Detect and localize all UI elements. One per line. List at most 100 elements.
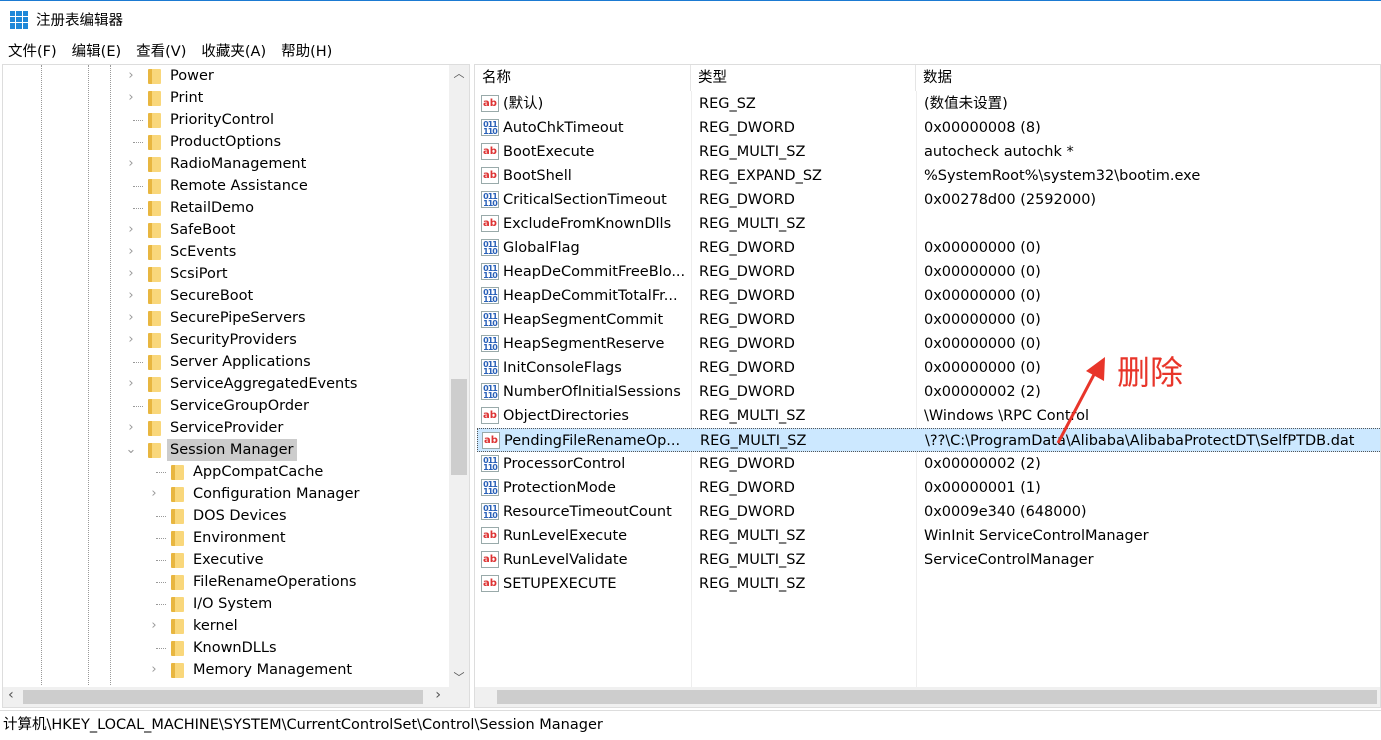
tree-item[interactable]: I/O System: [3, 593, 449, 615]
value-type: REG_DWORD: [699, 360, 795, 376]
value-row[interactable]: ab ObjectDirectories REG_MULTI_SZ \Windows …: [477, 404, 1380, 428]
tree-item-label: I/O System: [193, 596, 273, 612]
value-row[interactable]: ab BootShell REG_EXPAND_SZ %SystemRoot%\sys…: [477, 164, 1380, 188]
value-type: REG_DWORD: [699, 456, 795, 472]
tree-item[interactable]: ServiceGroupOrder: [3, 395, 449, 417]
chevron-right-icon[interactable]: ›: [148, 615, 160, 637]
tree-item[interactable]: › SecurePipeServers: [3, 307, 449, 329]
column-data[interactable]: 数据: [916, 65, 1380, 91]
menu-item[interactable]: 文件(F): [0, 40, 64, 61]
tree-item[interactable]: › ServiceProvider: [3, 417, 449, 439]
menu-item[interactable]: 编辑(E): [64, 40, 128, 61]
tree-item[interactable]: › ServiceAggregatedEvents: [3, 373, 449, 395]
tree-item[interactable]: › Memory Management: [3, 659, 449, 681]
tree-item[interactable]: Server Applications: [3, 351, 449, 373]
tree-item[interactable]: Environment: [3, 527, 449, 549]
value-row[interactable]: 011 110 InitConsoleFlags REG_DWORD 0x0000000…: [477, 356, 1380, 380]
tree-item[interactable]: KnownDLLs: [3, 637, 449, 659]
tree-item[interactable]: › RadioManagement: [3, 153, 449, 175]
tree-item-label: SafeBoot: [170, 222, 236, 238]
value-row[interactable]: 011 110 AutoChkTimeout REG_DWORD 0x00000008 …: [477, 116, 1380, 140]
folder-icon: [148, 69, 161, 84]
chevron-right-icon[interactable]: ›: [125, 373, 137, 395]
folder-icon: [148, 245, 161, 260]
column-type[interactable]: 类型: [691, 65, 916, 91]
chevron-right-icon[interactable]: ›: [148, 483, 160, 505]
tree-item[interactable]: DOS Devices: [3, 505, 449, 527]
tree-item[interactable]: Remote Assistance: [3, 175, 449, 197]
tree-horizontal-scrollbar[interactable]: ‹ ›: [3, 687, 469, 707]
value-row[interactable]: 011 110 HeapDeCommitTotalFr... REG_DWORD 0x0…: [477, 284, 1380, 308]
menu-item[interactable]: 查看(V): [128, 40, 193, 61]
tree-item[interactable]: › SecureBoot: [3, 285, 449, 307]
tree-item-label: kernel: [193, 618, 238, 634]
tree-item[interactable]: FileRenameOperations: [3, 571, 449, 593]
value-row[interactable]: 011 110 ProtectionMode REG_DWORD 0x00000001 …: [477, 476, 1380, 500]
value-row[interactable]: 011 110 ProcessorControl REG_DWORD 0x0000000…: [477, 452, 1380, 476]
tree-item[interactable]: RetailDemo: [3, 197, 449, 219]
tree-item[interactable]: ProductOptions: [3, 131, 449, 153]
scroll-thumb[interactable]: [497, 690, 1377, 704]
value-row[interactable]: ab ExcludeFromKnownDlls REG_MULTI_SZ: [477, 212, 1380, 236]
tree-item[interactable]: › SafeBoot: [3, 219, 449, 241]
tree-item-label: ProductOptions: [170, 134, 282, 150]
value-row[interactable]: 011 110 GlobalFlag REG_DWORD 0x00000000 (0): [477, 236, 1380, 260]
binary-value-icon: 011 110: [481, 479, 499, 496]
values-horizontal-scrollbar[interactable]: [475, 687, 1380, 707]
chevron-right-icon[interactable]: ›: [125, 285, 137, 307]
value-row[interactable]: 011 110 NumberOfInitialSessions REG_DWORD 0x…: [477, 380, 1380, 404]
value-row[interactable]: 011 110 CriticalSectionTimeout REG_DWORD 0x0…: [477, 188, 1380, 212]
tree-item[interactable]: › ScsiPort: [3, 263, 449, 285]
value-row[interactable]: ab PendingFileRenameOp... REG_MULTI_SZ \??\…: [477, 428, 1380, 452]
tree-item[interactable]: › Power: [3, 65, 449, 87]
tree-item[interactable]: ⌄ Session Manager: [3, 439, 449, 461]
tree-item[interactable]: PriorityControl: [3, 109, 449, 131]
scroll-thumb[interactable]: [451, 379, 467, 475]
chevron-right-icon[interactable]: ›: [125, 219, 137, 241]
scroll-right-icon[interactable]: ›: [435, 687, 441, 703]
chevron-right-icon[interactable]: ›: [125, 87, 137, 109]
value-row[interactable]: ab RunLevelExecute REG_MULTI_SZ WinInit Ser…: [477, 524, 1380, 548]
tree-item[interactable]: AppCompatCache: [3, 461, 449, 483]
chevron-right-icon[interactable]: ›: [125, 153, 137, 175]
folder-icon: [148, 91, 161, 106]
chevron-down-icon[interactable]: ⌄: [125, 439, 137, 461]
folder-icon: [148, 223, 161, 238]
scroll-thumb[interactable]: [23, 690, 423, 704]
scroll-left-icon[interactable]: ‹: [8, 687, 14, 703]
chevron-right-icon[interactable]: ›: [125, 65, 137, 87]
value-data: WinInit ServiceControlManager: [924, 528, 1149, 544]
chevron-right-icon[interactable]: ›: [125, 417, 137, 439]
chevron-right-icon[interactable]: ›: [125, 329, 137, 351]
value-row[interactable]: 011 110 HeapSegmentReserve REG_DWORD 0x00000…: [477, 332, 1380, 356]
tree-item[interactable]: Executive: [3, 549, 449, 571]
column-name[interactable]: 名称: [475, 65, 691, 91]
value-name: ResourceTimeoutCount: [503, 504, 672, 520]
tree-item[interactable]: › SecurityProviders: [3, 329, 449, 351]
chevron-right-icon[interactable]: ›: [148, 659, 160, 681]
value-type: REG_MULTI_SZ: [699, 144, 806, 160]
tree-vertical-scrollbar[interactable]: ︿ ﹀: [449, 65, 469, 687]
tree-item[interactable]: › Configuration Manager: [3, 483, 449, 505]
value-row[interactable]: 011 110 HeapSegmentCommit REG_DWORD 0x000000…: [477, 308, 1380, 332]
scroll-up-icon[interactable]: ︿: [449, 65, 469, 81]
chevron-right-icon[interactable]: ›: [125, 307, 137, 329]
tree-item[interactable]: › kernel: [3, 615, 449, 637]
value-row[interactable]: ab RunLevelValidate REG_MULTI_SZ ServiceCon…: [477, 548, 1380, 572]
scroll-down-icon[interactable]: ﹀: [449, 669, 469, 685]
tree-item[interactable]: › ScEvents: [3, 241, 449, 263]
value-row[interactable]: ab (默认) REG_SZ (数值未设置): [477, 92, 1380, 116]
value-data: autocheck autochk *: [924, 144, 1074, 160]
value-data: 0x00000000 (0): [924, 336, 1041, 352]
chevron-right-icon[interactable]: ›: [125, 241, 137, 263]
value-row[interactable]: 011 110 ResourceTimeoutCount REG_DWORD 0x000…: [477, 500, 1380, 524]
menu-item[interactable]: 收藏夹(A): [193, 40, 273, 61]
value-row[interactable]: ab BootExecute REG_MULTI_SZ autocheck autoc…: [477, 140, 1380, 164]
value-row[interactable]: 011 110 HeapDeCommitFreeBlo... REG_DWORD 0x0…: [477, 260, 1380, 284]
value-name: ObjectDirectories: [503, 408, 629, 424]
tree-item[interactable]: › Print: [3, 87, 449, 109]
chevron-right-icon[interactable]: ›: [125, 263, 137, 285]
value-row[interactable]: ab SETUPEXECUTE REG_MULTI_SZ: [477, 572, 1380, 596]
folder-icon: [171, 663, 184, 678]
menu-item[interactable]: 帮助(H): [273, 40, 339, 61]
